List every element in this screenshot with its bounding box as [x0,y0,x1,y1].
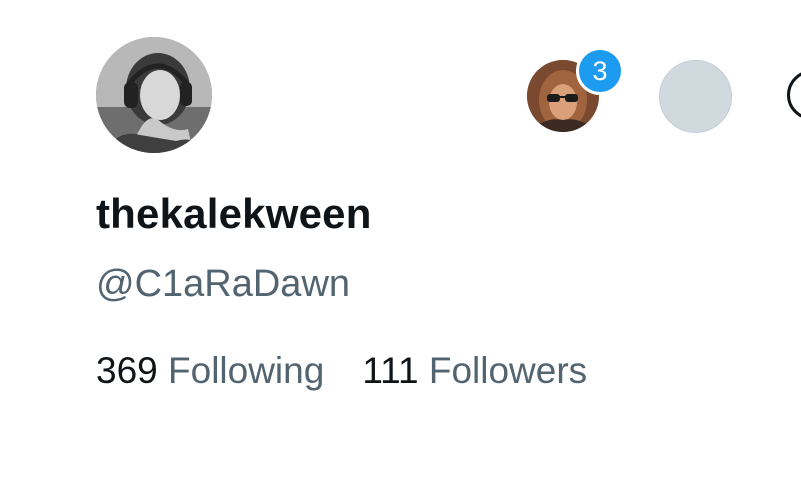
following-label: Following [168,350,325,391]
profile-display-name: thekalekween [96,190,372,237]
followers-label: Followers [428,350,588,391]
profile-drawer: 3 thekalekween @C1aRaDawn 369 Following … [0,0,801,485]
profile-avatar[interactable] [96,37,212,153]
profile-handle: @C1aRaDawn [96,263,351,305]
followers-link[interactable]: 111 Followers [362,350,587,392]
profile-stats: 369 Following 111 Followers [96,350,587,392]
following-link[interactable]: 369 Following [96,350,324,392]
notification-count-badge: 3 [576,47,624,95]
followers-count: 111 [362,350,419,391]
following-count: 369 [96,350,158,391]
add-account-avatar[interactable] [659,60,732,133]
profile-avatar-image [96,37,212,153]
more-options-icon[interactable] [787,70,801,120]
switch-account-button[interactable]: 3 [527,47,624,134]
